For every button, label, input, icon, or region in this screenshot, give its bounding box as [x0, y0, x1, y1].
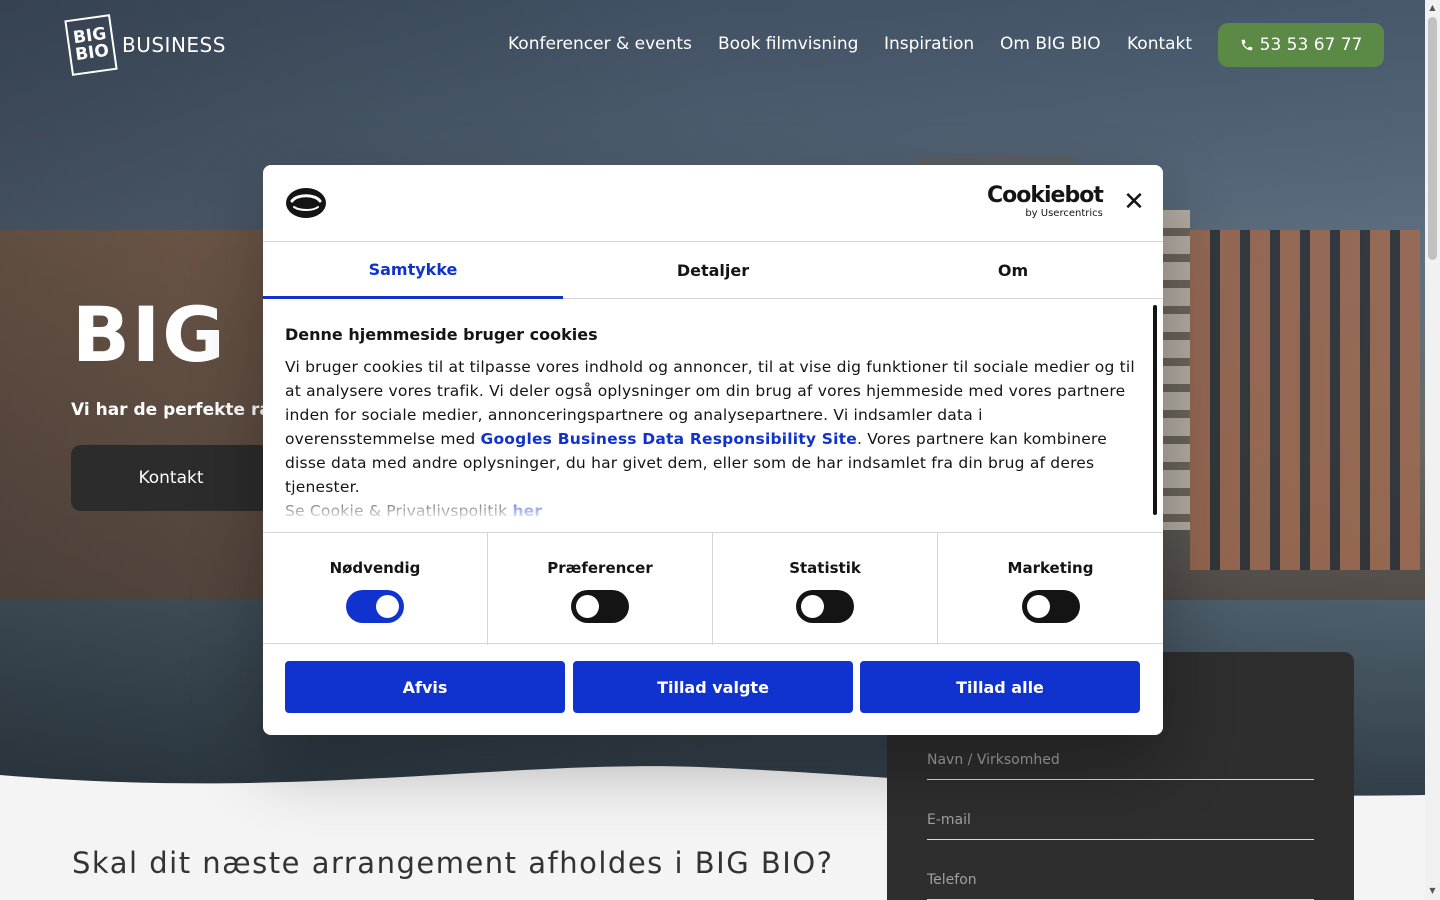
- toggle-knob: [376, 595, 399, 618]
- dialog-body: Denne hjemmeside bruger cookies Vi bruge…: [285, 300, 1135, 532]
- toggle-knob: [576, 595, 599, 618]
- phone-field[interactable]: [927, 860, 1314, 900]
- hero-title: BIG: [72, 290, 227, 379]
- allow-all-button[interactable]: Tillad alle: [860, 661, 1140, 713]
- necessary-toggle[interactable]: [346, 590, 404, 623]
- logo-mark: BIG BIO: [64, 14, 118, 76]
- phone-icon: [1241, 39, 1252, 51]
- scroll-up-arrow-icon[interactable]: ▲: [1428, 3, 1437, 12]
- site-header: BIG BIO BUSINESS Konferencer & events Bo…: [0, 0, 1425, 90]
- reject-button[interactable]: Afvis: [285, 661, 565, 713]
- toggle-label: Præferencer: [547, 559, 653, 577]
- dialog-header: Cookiebot by Usercentrics ✕: [263, 165, 1163, 242]
- close-icon[interactable]: ✕: [1123, 189, 1145, 215]
- cookie-logo-icon: [286, 188, 326, 218]
- toggle-knob: [1026, 595, 1050, 618]
- email-field[interactable]: [927, 800, 1314, 840]
- google-data-link[interactable]: Googles Business Data Responsibility Sit…: [481, 430, 857, 448]
- allow-selected-button[interactable]: Tillad valgte: [573, 661, 853, 713]
- statistics-toggle[interactable]: [796, 590, 854, 623]
- page-scrollbar[interactable]: ▲ ▼: [1425, 0, 1440, 900]
- nav-om-big-bio[interactable]: Om BIG BIO: [1000, 34, 1101, 54]
- toggle-label: Nødvendig: [329, 559, 421, 577]
- nav-inspiration[interactable]: Inspiration: [884, 34, 974, 54]
- site-logo[interactable]: BIG BIO BUSINESS: [64, 14, 226, 76]
- policy-link[interactable]: her: [512, 502, 542, 520]
- hero-subtitle: Vi har de perfekte ram: [71, 400, 289, 420]
- scroll-down-arrow-icon[interactable]: ▼: [1428, 886, 1437, 895]
- cookiebot-brand-sub: by Usercentrics: [1025, 208, 1103, 219]
- toggle-cell-statistics: Statistik: [713, 533, 938, 645]
- cookie-consent-dialog: Cookiebot by Usercentrics ✕ Samtykke Det…: [263, 165, 1163, 735]
- email-input[interactable]: [927, 800, 1314, 839]
- preferences-toggle[interactable]: [571, 590, 629, 623]
- logo-text: BUSINESS: [122, 33, 226, 57]
- consent-toggles: Nødvendig Præferencer Statistik Marketin…: [263, 532, 1163, 645]
- logo-mark-text: BIG BIO: [71, 23, 111, 66]
- nav-konferencer-events[interactable]: Konferencer & events: [508, 34, 692, 54]
- name-field[interactable]: [927, 740, 1314, 780]
- toggle-label: Statistik: [789, 559, 861, 577]
- name-input[interactable]: [927, 740, 1314, 779]
- dialog-scrollbar[interactable]: [1153, 305, 1157, 515]
- dialog-buttons: Afvis Tillad valgte Tillad alle: [285, 661, 1140, 713]
- body-text: Vi bruger cookies til at tilpasse vores …: [285, 355, 1135, 523]
- nav-kontakt[interactable]: Kontakt: [1127, 34, 1192, 54]
- phone-button[interactable]: 53 53 67 77: [1218, 23, 1384, 67]
- scroll-thumb[interactable]: [1428, 17, 1437, 260]
- body-title: Denne hjemmeside bruger cookies: [285, 325, 598, 344]
- toggle-cell-preferences: Præferencer: [488, 533, 713, 645]
- section-title: Skal dit næste arrangement afholdes i BI…: [72, 846, 834, 880]
- toggle-knob: [801, 595, 824, 618]
- hero-contact-button[interactable]: Kontakt: [71, 445, 271, 511]
- phone-number: 53 53 67 77: [1259, 35, 1363, 55]
- tab-detaljer[interactable]: Detaljer: [563, 242, 863, 299]
- phone-input[interactable]: [927, 860, 1314, 899]
- dialog-tabs: Samtykke Detaljer Om: [263, 242, 1163, 299]
- policy-text: Se Cookie & Privatlivspolitik: [285, 502, 513, 520]
- tab-om[interactable]: Om: [863, 242, 1163, 299]
- toggle-cell-marketing: Marketing: [938, 533, 1163, 645]
- cookiebot-brand-name: Cookiebot: [987, 183, 1104, 208]
- toggle-cell-necessary: Nødvendig: [263, 533, 488, 645]
- marketing-toggle[interactable]: [1021, 590, 1080, 623]
- cookiebot-brand: Cookiebot by Usercentrics: [987, 183, 1104, 220]
- toggle-label: Marketing: [1007, 559, 1094, 577]
- tab-samtykke[interactable]: Samtykke: [263, 242, 563, 299]
- nav-book-filmvisning[interactable]: Book filmvisning: [718, 34, 858, 54]
